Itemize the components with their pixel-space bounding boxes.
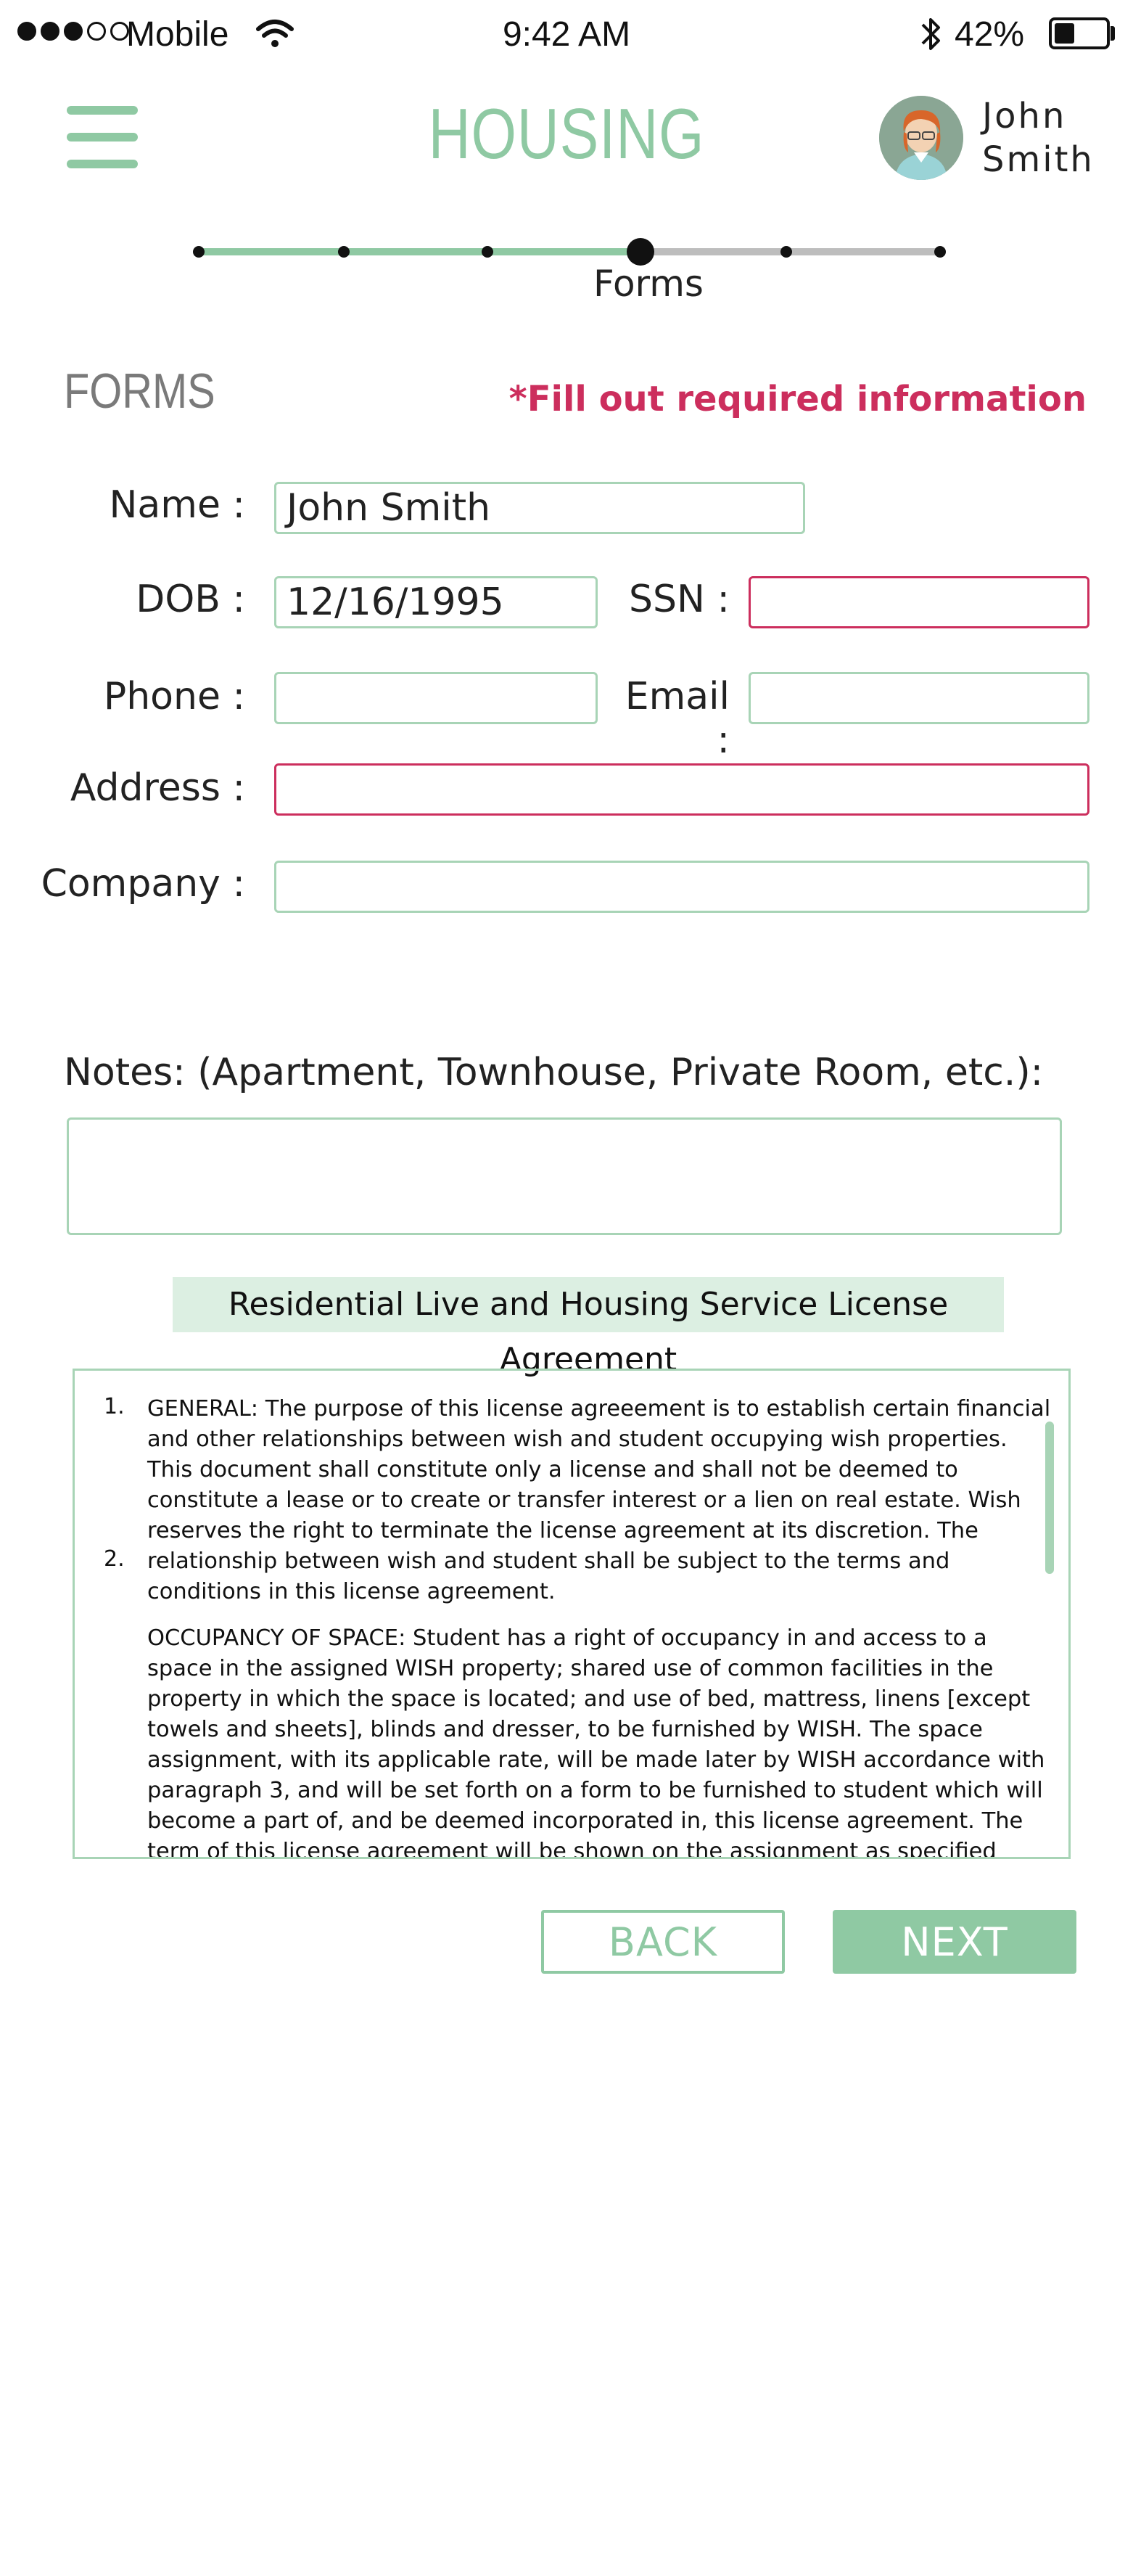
license-item-1-number: 1. [104,1394,125,1419]
notes-label: Notes: (Apartment, Townhouse, Private Ro… [64,1051,1044,1094]
next-button[interactable]: NEXT [833,1910,1076,1974]
dob-label: DOB : [136,578,245,621]
phone-label: Phone : [103,675,245,718]
address-label: Address : [70,766,245,810]
license-item-2-number: 2. [104,1546,125,1572]
address-field[interactable] [274,763,1089,816]
progress-step-3[interactable] [482,246,493,258]
avatar[interactable] [879,96,963,180]
progress-step-1[interactable] [193,246,205,258]
progress-step-2[interactable] [338,246,350,258]
battery-icon [1049,17,1110,49]
user-avatar-icon [879,96,963,180]
license-scrollbar[interactable] [1045,1422,1054,1574]
required-notice: *Fill out required information [508,379,1087,419]
section-title: FORMS [64,364,215,419]
license-scroll-box[interactable]: 1. 2. GENERAL: The purpose of this licen… [73,1369,1071,1859]
battery-tip [1111,26,1115,41]
notes-textarea[interactable] [67,1117,1062,1235]
dob-field[interactable]: 12/16/1995 [274,576,598,628]
license-text: GENERAL: The purpose of this license agr… [147,1394,1054,1859]
license-item-1-text: GENERAL: The purpose of this license agr… [147,1396,1051,1604]
license-title: Residential Live and Housing Service Lic… [173,1277,1004,1378]
phone-field[interactable] [274,672,598,724]
user-last-name: Smith [982,139,1095,180]
name-field[interactable]: John Smith [274,482,805,534]
ssn-label: SSN : [629,578,730,621]
user-first-name: John [982,96,1067,136]
battery-percent: 42% [955,15,1025,54]
ssn-field[interactable] [749,576,1089,628]
name-label: Name : [109,483,245,527]
progress-track-complete [199,248,641,255]
progress-step-6[interactable] [934,246,946,258]
user-name[interactable]: John Smith [982,94,1127,181]
company-label: Company : [41,862,245,906]
progress-current-label: Forms [593,263,704,305]
company-field[interactable] [274,861,1089,913]
back-button[interactable]: BACK [541,1910,785,1974]
bluetooth-icon [921,18,940,50]
email-field[interactable] [749,672,1089,724]
progress-step-5[interactable] [780,246,792,258]
license-item-2-text: OCCUPANCY OF SPACE: Student has a right … [147,1625,1045,1859]
email-label: Email : [625,675,730,762]
progress-step-current[interactable] [627,238,654,266]
